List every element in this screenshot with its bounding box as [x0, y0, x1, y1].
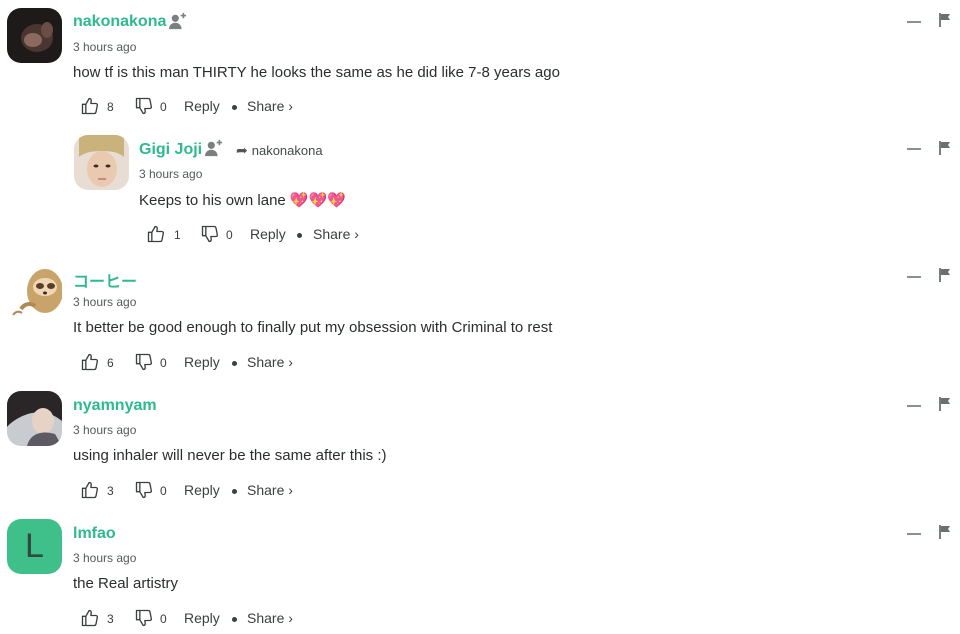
separator-dot — [232, 361, 237, 366]
comment-actions: 1 0 Reply Share › — [146, 224, 386, 246]
dislike-count: 0 — [160, 612, 167, 626]
thumbs-down-icon[interactable] — [134, 480, 154, 500]
follow-user-icon[interactable] — [168, 12, 188, 30]
dislike-count: 0 — [226, 228, 233, 242]
flag-icon[interactable] — [939, 525, 951, 539]
thumbs-up-icon[interactable] — [80, 608, 100, 628]
reply-button[interactable]: Reply — [184, 482, 220, 498]
timestamp[interactable]: 3 hours ago — [73, 295, 136, 309]
comment-actions: 6 0 Reply Share › — [80, 352, 320, 374]
avatar[interactable]: L — [7, 519, 62, 574]
like-count: 3 — [107, 612, 114, 626]
dislike-count: 0 — [160, 356, 167, 370]
username[interactable]: コーヒー — [73, 268, 137, 292]
comment-text: using inhaler will never be the same aft… — [73, 447, 387, 464]
flag-icon[interactable] — [939, 141, 951, 155]
comment-text: how tf is this man THIRTY he looks the s… — [73, 64, 560, 81]
separator-dot — [297, 233, 302, 238]
reply-button[interactable]: Reply — [184, 98, 220, 114]
thumbs-up-icon[interactable] — [80, 352, 100, 372]
avatar[interactable] — [7, 263, 62, 318]
reply-button[interactable]: Reply — [250, 226, 286, 242]
avatar[interactable] — [74, 135, 129, 190]
avatar[interactable] — [7, 8, 62, 63]
dislike-count: 0 — [160, 100, 167, 114]
collapse-icon[interactable] — [907, 148, 921, 150]
collapse-icon[interactable] — [907, 276, 921, 278]
like-count: 3 — [107, 484, 114, 498]
comment-text: It better be good enough to finally put … — [73, 319, 553, 336]
like-count: 8 — [107, 100, 114, 114]
dislike-count: 0 — [160, 484, 167, 498]
username[interactable]: nyamnyam — [73, 397, 157, 415]
username[interactable]: Gigi Joji — [139, 141, 202, 159]
timestamp[interactable]: 3 hours ago — [139, 167, 202, 181]
comment-actions: 8 0 Reply Share › — [80, 96, 320, 118]
share-button[interactable]: Share › — [313, 226, 359, 242]
timestamp[interactable]: 3 hours ago — [73, 423, 136, 437]
comment-actions: 3 0 Reply Share › — [80, 608, 320, 630]
avatar-letter: L — [25, 527, 44, 565]
share-button[interactable]: Share › — [247, 610, 293, 626]
follow-user-icon[interactable] — [204, 139, 224, 157]
thumbs-down-icon[interactable] — [134, 608, 154, 628]
share-button[interactable]: Share › — [247, 482, 293, 498]
thumbs-down-icon[interactable] — [134, 96, 154, 116]
collapse-icon[interactable] — [907, 533, 921, 535]
comment-text: the Real artistry — [73, 575, 179, 592]
reply-to-link[interactable]: ➦ nakonakona — [236, 142, 323, 159]
reply-button[interactable]: Reply — [184, 354, 220, 370]
thumbs-up-icon[interactable] — [80, 480, 100, 500]
timestamp[interactable]: 3 hours ago — [73, 40, 136, 54]
comment-actions: 3 0 Reply Share › — [80, 480, 320, 502]
timestamp[interactable]: 3 hours ago — [73, 551, 136, 565]
comment-text: Keeps to his own lane 💖💖💖 — [139, 192, 346, 209]
flag-icon[interactable] — [939, 13, 951, 27]
avatar[interactable] — [7, 391, 62, 446]
username[interactable]: nakonakona — [73, 13, 166, 31]
reply-arrow-icon: ➦ — [236, 142, 248, 158]
thumbs-down-icon[interactable] — [200, 224, 220, 244]
separator-dot — [232, 489, 237, 494]
share-button[interactable]: Share › — [247, 98, 293, 114]
thumbs-up-icon[interactable] — [146, 224, 166, 244]
collapse-icon[interactable] — [907, 21, 921, 23]
reply-button[interactable]: Reply — [184, 610, 220, 626]
like-count: 6 — [107, 356, 114, 370]
separator-dot — [232, 105, 237, 110]
like-count: 1 — [174, 228, 181, 242]
flag-icon[interactable] — [939, 397, 951, 411]
collapse-icon[interactable] — [907, 405, 921, 407]
thumbs-up-icon[interactable] — [80, 96, 100, 116]
separator-dot — [232, 617, 237, 622]
share-button[interactable]: Share › — [247, 354, 293, 370]
username[interactable]: lmfao — [73, 525, 116, 543]
reply-to-username: nakonakona — [251, 143, 323, 158]
flag-icon[interactable] — [939, 268, 951, 282]
thumbs-down-icon[interactable] — [134, 352, 154, 372]
